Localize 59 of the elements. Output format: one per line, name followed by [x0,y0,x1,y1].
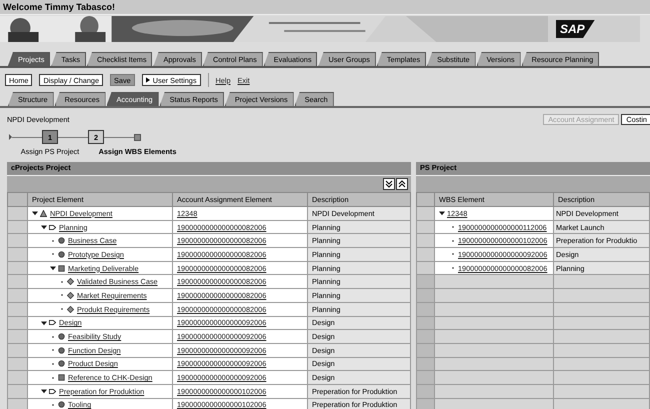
bullet-icon [59,306,65,312]
phase-arrow-icon [49,224,56,231]
bullet-icon [50,347,56,354]
row-selector[interactable] [8,357,28,371]
row-selector[interactable] [8,288,28,302]
expand-arrow-icon[interactable] [32,210,38,216]
row-selector[interactable] [8,302,28,316]
row-selector[interactable] [416,261,434,275]
expand-arrow-icon[interactable] [439,210,445,216]
expand-arrow-icon[interactable] [41,224,47,230]
bullet-icon [59,292,65,298]
circle-icon [58,360,65,368]
logo: SAP [556,20,595,38]
expand-all-icon[interactable] [383,178,395,190]
bullet-icon [450,251,456,258]
welcome-text: Welcome Timmy Tabasco! [3,2,116,12]
square-icon [58,374,65,382]
expand-arrow-icon[interactable] [50,265,56,272]
bullet-icon [450,224,456,230]
circle-icon [58,346,65,354]
expand-arrow-icon[interactable] [41,388,47,394]
row-selector[interactable] [8,248,28,262]
row-selector[interactable] [8,274,28,289]
row-selector[interactable] [8,261,28,275]
row-selector[interactable] [416,220,434,234]
bullet-icon [50,251,56,258]
row-selector[interactable] [8,220,28,234]
roadmap-start-icon [9,134,12,140]
bullet-icon [50,374,56,381]
row-selector[interactable] [416,248,434,262]
bullet-icon [450,238,456,244]
row-selector[interactable] [8,330,28,344]
bullet-icon [50,360,56,367]
expand-arrow-icon[interactable] [41,320,47,326]
circle-icon [58,333,65,340]
bullet-icon [50,402,56,408]
roadmap-end-icon [134,134,141,140]
triangle-icon [146,77,150,83]
bullet-icon [59,278,65,285]
phase-arrow-icon [49,388,56,395]
bullet-icon [450,265,456,272]
row-selector[interactable] [416,234,434,248]
row-selector[interactable] [8,384,28,398]
square-icon [58,264,65,272]
row-selector[interactable] [8,398,28,409]
phase-arrow-icon [49,319,56,326]
bullet-icon [50,334,56,340]
circle-icon [58,250,65,258]
row-selector[interactable] [8,316,28,330]
row-selector[interactable] [8,370,28,384]
circle-icon [58,401,65,408]
row-selector[interactable] [416,206,434,220]
triangle-icon [40,210,47,217]
bullet-icon [50,238,56,244]
circle-icon [58,237,65,244]
row-selector[interactable] [8,234,28,248]
row-selector[interactable] [8,343,28,358]
row-selector[interactable] [8,206,28,220]
collapse-all-icon[interactable] [396,178,408,190]
